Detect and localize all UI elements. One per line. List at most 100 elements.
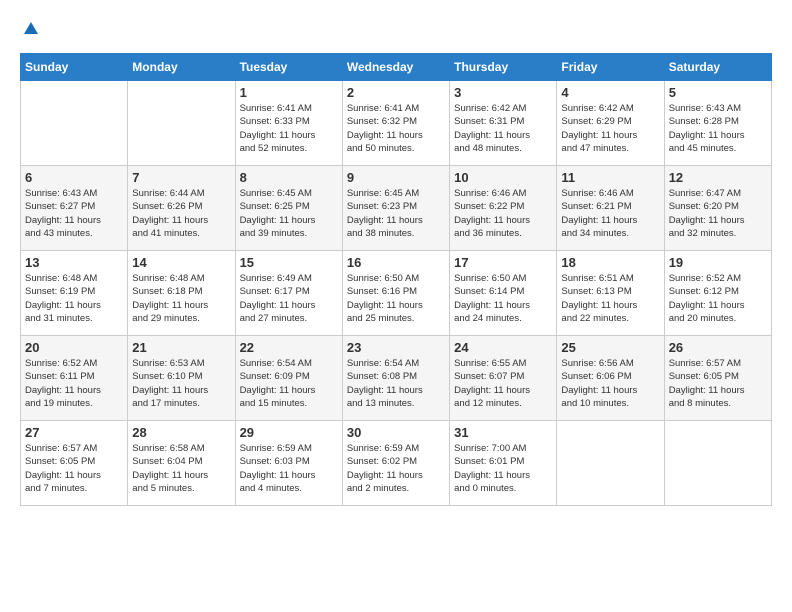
- cell-content: Sunrise: 6:41 AM Sunset: 6:33 PM Dayligh…: [240, 102, 338, 155]
- cell-content: Sunrise: 6:42 AM Sunset: 6:31 PM Dayligh…: [454, 102, 552, 155]
- day-header-wednesday: Wednesday: [342, 54, 449, 81]
- cell-content: Sunrise: 6:50 AM Sunset: 6:16 PM Dayligh…: [347, 272, 445, 325]
- cell-content: Sunrise: 7:00 AM Sunset: 6:01 PM Dayligh…: [454, 442, 552, 495]
- calendar-cell: 28 Sunrise: 6:58 AM Sunset: 6:04 PM Dayli…: [128, 421, 235, 506]
- day-number: 17: [454, 255, 552, 270]
- cell-content: Sunrise: 6:50 AM Sunset: 6:14 PM Dayligh…: [454, 272, 552, 325]
- calendar-cell: 18Sunrise: 6:51 AM Sunset: 6:13 PM Dayli…: [557, 251, 664, 336]
- calendar-cell: 26 Sunrise: 6:57 AM Sunset: 6:05 PM Dayli…: [664, 336, 771, 421]
- calendar-cell: 2Sunrise: 6:41 AM Sunset: 6:32 PM Daylig…: [342, 81, 449, 166]
- week-row-3: 13Sunrise: 6:48 AM Sunset: 6:19 PM Dayli…: [21, 251, 772, 336]
- day-number: 25: [561, 340, 659, 355]
- day-number: 27: [25, 425, 123, 440]
- cell-content: Sunrise: 6:54 AM Sunset: 6:09 PM Dayligh…: [240, 357, 338, 410]
- day-header-saturday: Saturday: [664, 54, 771, 81]
- calendar-cell: [128, 81, 235, 166]
- day-number: 8: [240, 170, 338, 185]
- day-number: 3: [454, 85, 552, 100]
- calendar-cell: 3 Sunrise: 6:42 AM Sunset: 6:31 PM Daylig…: [450, 81, 557, 166]
- calendar-cell: 10Sunrise: 6:46 AM Sunset: 6:22 PM Dayli…: [450, 166, 557, 251]
- calendar-cell: 19 Sunrise: 6:52 AM Sunset: 6:12 PM Dayli…: [664, 251, 771, 336]
- cell-content: Sunrise: 6:43 AM Sunset: 6:28 PM Dayligh…: [669, 102, 767, 155]
- cell-content: Sunrise: 6:42 AM Sunset: 6:29 PM Dayligh…: [561, 102, 659, 155]
- calendar-cell: 27 Sunrise: 6:57 AM Sunset: 6:05 PM Dayli…: [21, 421, 128, 506]
- cell-content: Sunrise: 6:52 AM Sunset: 6:12 PM Dayligh…: [669, 272, 767, 325]
- cell-content: Sunrise: 6:53 AM Sunset: 6:10 PM Dayligh…: [132, 357, 230, 410]
- calendar-cell: 29 Sunrise: 6:59 AM Sunset: 6:03 PM Dayli…: [235, 421, 342, 506]
- cell-content: Sunrise: 6:54 AM Sunset: 6:08 PM Dayligh…: [347, 357, 445, 410]
- header-row: SundayMondayTuesdayWednesdayThursdayFrid…: [21, 54, 772, 81]
- day-header-friday: Friday: [557, 54, 664, 81]
- week-row-1: 1 Sunrise: 6:41 AM Sunset: 6:33 PM Daylig…: [21, 81, 772, 166]
- calendar-cell: 4Sunrise: 6:42 AM Sunset: 6:29 PM Daylig…: [557, 81, 664, 166]
- cell-content: Sunrise: 6:48 AM Sunset: 6:18 PM Dayligh…: [132, 272, 230, 325]
- cell-content: Sunrise: 6:45 AM Sunset: 6:25 PM Dayligh…: [240, 187, 338, 240]
- day-number: 29: [240, 425, 338, 440]
- week-row-2: 6 Sunrise: 6:43 AM Sunset: 6:27 PM Daylig…: [21, 166, 772, 251]
- cell-content: Sunrise: 6:58 AM Sunset: 6:04 PM Dayligh…: [132, 442, 230, 495]
- day-number: 16: [347, 255, 445, 270]
- day-number: 5: [669, 85, 767, 100]
- calendar-cell: 14 Sunrise: 6:48 AM Sunset: 6:18 PM Dayli…: [128, 251, 235, 336]
- day-number: 30: [347, 425, 445, 440]
- day-number: 6: [25, 170, 123, 185]
- calendar-cell: 8 Sunrise: 6:45 AM Sunset: 6:25 PM Daylig…: [235, 166, 342, 251]
- logo: [20, 20, 40, 43]
- cell-content: Sunrise: 6:56 AM Sunset: 6:06 PM Dayligh…: [561, 357, 659, 410]
- cell-content: Sunrise: 6:57 AM Sunset: 6:05 PM Dayligh…: [669, 357, 767, 410]
- calendar-cell: 20 Sunrise: 6:52 AM Sunset: 6:11 PM Dayli…: [21, 336, 128, 421]
- cell-content: Sunrise: 6:47 AM Sunset: 6:20 PM Dayligh…: [669, 187, 767, 240]
- calendar-cell: 1 Sunrise: 6:41 AM Sunset: 6:33 PM Daylig…: [235, 81, 342, 166]
- calendar-cell: [664, 421, 771, 506]
- calendar-cell: 22 Sunrise: 6:54 AM Sunset: 6:09 PM Dayli…: [235, 336, 342, 421]
- cell-content: Sunrise: 6:45 AM Sunset: 6:23 PM Dayligh…: [347, 187, 445, 240]
- calendar-cell: 12 Sunrise: 6:47 AM Sunset: 6:20 PM Dayli…: [664, 166, 771, 251]
- calendar-cell: 15 Sunrise: 6:49 AM Sunset: 6:17 PM Dayli…: [235, 251, 342, 336]
- day-header-monday: Monday: [128, 54, 235, 81]
- week-row-5: 27 Sunrise: 6:57 AM Sunset: 6:05 PM Dayli…: [21, 421, 772, 506]
- day-header-sunday: Sunday: [21, 54, 128, 81]
- day-number: 21: [132, 340, 230, 355]
- logo-icon: [22, 20, 40, 38]
- day-number: 12: [669, 170, 767, 185]
- cell-content: Sunrise: 6:59 AM Sunset: 6:02 PM Dayligh…: [347, 442, 445, 495]
- day-number: 26: [669, 340, 767, 355]
- calendar-cell: 6 Sunrise: 6:43 AM Sunset: 6:27 PM Daylig…: [21, 166, 128, 251]
- day-number: 31: [454, 425, 552, 440]
- cell-content: Sunrise: 6:55 AM Sunset: 6:07 PM Dayligh…: [454, 357, 552, 410]
- day-header-tuesday: Tuesday: [235, 54, 342, 81]
- calendar-cell: 5 Sunrise: 6:43 AM Sunset: 6:28 PM Daylig…: [664, 81, 771, 166]
- cell-content: Sunrise: 6:44 AM Sunset: 6:26 PM Dayligh…: [132, 187, 230, 240]
- calendar-cell: 25 Sunrise: 6:56 AM Sunset: 6:06 PM Dayli…: [557, 336, 664, 421]
- calendar-cell: 17 Sunrise: 6:50 AM Sunset: 6:14 PM Dayli…: [450, 251, 557, 336]
- cell-content: Sunrise: 6:59 AM Sunset: 6:03 PM Dayligh…: [240, 442, 338, 495]
- cell-content: Sunrise: 6:49 AM Sunset: 6:17 PM Dayligh…: [240, 272, 338, 325]
- day-number: 2: [347, 85, 445, 100]
- day-number: 28: [132, 425, 230, 440]
- cell-content: Sunrise: 6:43 AM Sunset: 6:27 PM Dayligh…: [25, 187, 123, 240]
- day-number: 13: [25, 255, 123, 270]
- cell-content: Sunrise: 6:57 AM Sunset: 6:05 PM Dayligh…: [25, 442, 123, 495]
- day-number: 22: [240, 340, 338, 355]
- day-number: 20: [25, 340, 123, 355]
- day-number: 23: [347, 340, 445, 355]
- calendar-cell: 13Sunrise: 6:48 AM Sunset: 6:19 PM Dayli…: [21, 251, 128, 336]
- calendar-cell: 9Sunrise: 6:45 AM Sunset: 6:23 PM Daylig…: [342, 166, 449, 251]
- cell-content: Sunrise: 6:51 AM Sunset: 6:13 PM Dayligh…: [561, 272, 659, 325]
- week-row-4: 20 Sunrise: 6:52 AM Sunset: 6:11 PM Dayli…: [21, 336, 772, 421]
- day-number: 14: [132, 255, 230, 270]
- calendar-cell: 21 Sunrise: 6:53 AM Sunset: 6:10 PM Dayli…: [128, 336, 235, 421]
- cell-content: Sunrise: 6:46 AM Sunset: 6:22 PM Dayligh…: [454, 187, 552, 240]
- day-number: 1: [240, 85, 338, 100]
- cell-content: Sunrise: 6:46 AM Sunset: 6:21 PM Dayligh…: [561, 187, 659, 240]
- calendar-cell: 23 Sunrise: 6:54 AM Sunset: 6:08 PM Dayli…: [342, 336, 449, 421]
- calendar-cell: 30 Sunrise: 6:59 AM Sunset: 6:02 PM Dayli…: [342, 421, 449, 506]
- calendar-cell: [21, 81, 128, 166]
- day-header-thursday: Thursday: [450, 54, 557, 81]
- day-number: 11: [561, 170, 659, 185]
- calendar-cell: 24Sunrise: 6:55 AM Sunset: 6:07 PM Dayli…: [450, 336, 557, 421]
- day-number: 19: [669, 255, 767, 270]
- cell-content: Sunrise: 6:52 AM Sunset: 6:11 PM Dayligh…: [25, 357, 123, 410]
- day-number: 15: [240, 255, 338, 270]
- calendar-cell: 11 Sunrise: 6:46 AM Sunset: 6:21 PM Dayli…: [557, 166, 664, 251]
